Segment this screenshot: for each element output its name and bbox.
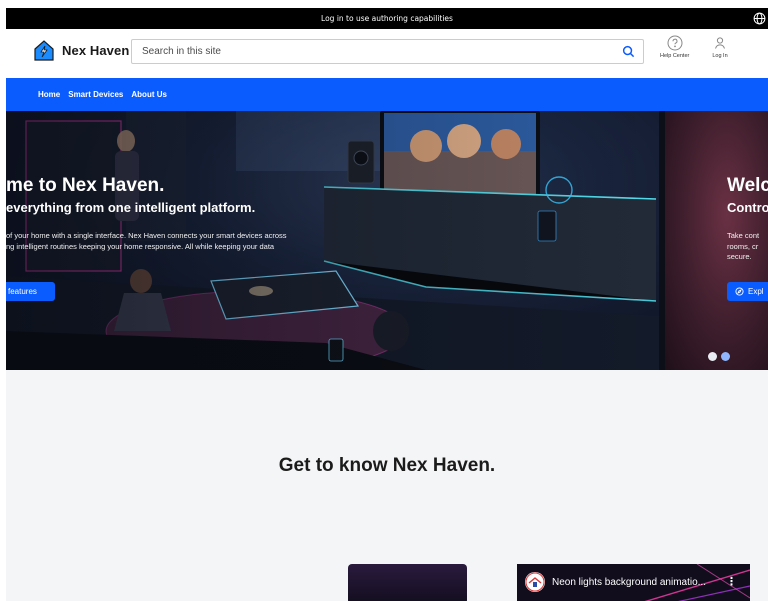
hero-carousel: me to Nex Haven. everything from one int…	[6, 111, 768, 370]
section-title: Get to know Nex Haven.	[278, 455, 496, 476]
hero-slide-2-button-label: Expl	[748, 287, 764, 296]
hero-slide-2-line: rooms, cr	[727, 241, 759, 251]
logo-text: Nex Haven	[62, 42, 130, 58]
user-icon	[715, 37, 725, 49]
hero-title: me to Nex Haven.	[6, 175, 165, 196]
authoring-notice-bar: Log in to use authoring capabilities	[6, 8, 768, 29]
channel-avatar[interactable]	[525, 572, 545, 592]
feature-card[interactable]	[348, 564, 467, 601]
site-logo[interactable]: Nex Haven	[32, 38, 129, 62]
more-options-icon[interactable]: ⋮	[726, 575, 737, 588]
search-input[interactable]	[132, 40, 612, 63]
video-embed[interactable]: Neon lights background animatio... ⋮	[517, 564, 750, 601]
hero-slide-2-subtitle: Contro	[727, 200, 768, 215]
explore-features-button[interactable]: features	[6, 282, 55, 301]
search-box	[131, 39, 644, 64]
hero-slide-2-title: Welc	[727, 175, 768, 196]
hero-description: of your home with a single interface. Ne…	[6, 231, 287, 252]
carousel-pagination	[708, 352, 730, 361]
nav-item-home[interactable]: Home	[38, 90, 60, 99]
authoring-notice-text: Log in to use authoring capabilities	[321, 14, 453, 23]
help-center-label: Help Center	[660, 53, 690, 59]
compass-icon	[735, 287, 744, 296]
help-center-button[interactable]: Help Center	[660, 35, 689, 59]
nav-item-smart-devices[interactable]: Smart Devices	[68, 90, 123, 99]
hero-slide-2-line: secure.	[727, 252, 752, 261]
hero-slide-2-button[interactable]: Expl	[727, 282, 768, 301]
hero-slide-2-description: Take cont rooms, cr secure.	[727, 231, 759, 263]
search-icon[interactable]	[622, 45, 635, 58]
nav-item-about-us[interactable]: About Us	[131, 90, 167, 99]
page-frame: Log in to use authoring capabilities Nex…	[6, 8, 768, 601]
site-header: Nex Haven Help Center Log In	[6, 29, 768, 78]
hero-description-line: ng intelligent routines keeping your hom…	[6, 241, 275, 251]
carousel-dot-1[interactable]	[708, 352, 717, 361]
globe-icon[interactable]	[753, 12, 766, 25]
hero-slide-2-line: Take cont	[727, 231, 760, 240]
main-navigation: Home Smart Devices About Us	[6, 78, 768, 111]
login-button[interactable]: Log In	[712, 35, 728, 59]
house-bolt-logo-icon	[34, 40, 54, 61]
hero-slide-1: me to Nex Haven. everything from one int…	[6, 111, 659, 370]
channel-logo-icon	[525, 572, 545, 592]
video-title[interactable]: Neon lights background animatio...	[552, 577, 706, 588]
carousel-dot-2[interactable]	[721, 352, 730, 361]
hero-slide-2: Welc Contro Take cont rooms, cr secure. …	[665, 111, 768, 370]
hero-description-line: of your home with a single interface. Ne…	[6, 231, 287, 240]
question-circle-icon	[667, 35, 683, 51]
hero-subtitle: everything from one intelligent platform…	[6, 200, 256, 215]
login-label: Log In	[712, 53, 728, 59]
